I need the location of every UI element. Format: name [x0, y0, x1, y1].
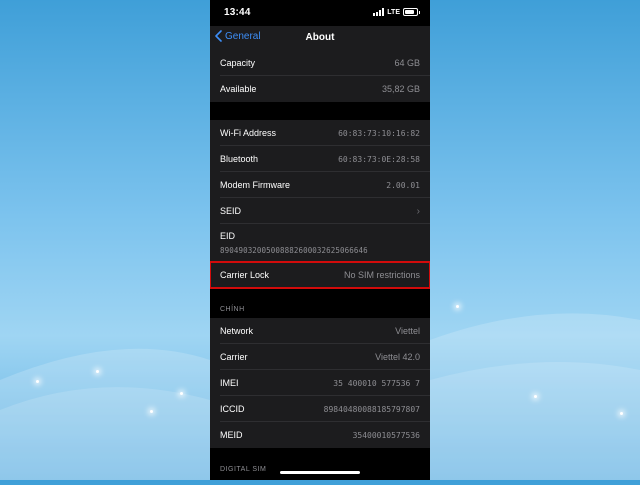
home-indicator[interactable]: [280, 471, 360, 474]
sparkle-decoration: [180, 392, 183, 395]
row-carrier: Carrier Viettel 42.0: [210, 344, 430, 370]
sparkle-decoration: [620, 412, 623, 415]
row-label: IMEI: [220, 378, 239, 388]
row-value: 60:83:73:10:16:82: [338, 128, 420, 138]
row-carrier-lock: Carrier Lock No SIM restrictions: [210, 261, 430, 289]
row-meid: MEID 35400010577536: [210, 422, 430, 448]
row-label: Modem Firmware: [220, 180, 291, 190]
sparkle-decoration: [96, 370, 99, 373]
row-value: Viettel 42.0: [375, 352, 420, 362]
row-bluetooth: Bluetooth 60:83:73:0E:28:58: [210, 146, 430, 172]
row-value: 60:83:73:0E:28:58: [338, 154, 420, 164]
row-seid[interactable]: SEID ›: [210, 198, 430, 224]
status-time: 13:44: [224, 7, 251, 18]
row-value: 35400010577536: [352, 430, 420, 440]
row-value: 2.00.01: [386, 180, 420, 190]
row-label: Carrier Lock: [220, 270, 270, 280]
page-title: About: [305, 32, 335, 43]
row-label: Wi-Fi Address: [220, 128, 277, 138]
phone-screen: 13:44 LTE General About Capacity 64 GB A…: [210, 0, 430, 480]
battery-icon: [403, 8, 418, 16]
sparkle-decoration: [36, 380, 39, 383]
row-label: Network: [220, 326, 254, 336]
settings-list: Capacity 64 GB Available 35,82 GB Wi-Fi …: [210, 50, 430, 478]
row-modem-firmware: Modem Firmware 2.00.01: [210, 172, 430, 198]
row-label: EID: [220, 231, 236, 241]
row-eid: EID 89049032005008882600032625066646: [210, 224, 430, 262]
row-label: Bluetooth: [220, 154, 259, 164]
sparkle-decoration: [456, 305, 459, 308]
battery-tip-icon: [419, 10, 420, 14]
row-label: Carrier: [220, 352, 248, 362]
cellular-signal-icon: [373, 8, 385, 16]
status-indicators: LTE: [373, 8, 420, 16]
sparkle-decoration: [534, 395, 537, 398]
row-label: Capacity: [220, 58, 256, 68]
row-value: 35 400010 577536 7: [333, 378, 420, 388]
row-available: Available 35,82 GB: [210, 76, 430, 102]
row-wifi-address: Wi-Fi Address 60:83:73:10:16:82: [210, 120, 430, 146]
row-value: Viettel: [395, 326, 420, 336]
chevron-right-icon: ›: [416, 205, 420, 217]
navigation-bar: General About: [210, 26, 430, 50]
row-network: Network Viettel: [210, 318, 430, 344]
group-separator: [210, 102, 430, 120]
section-header-primary: CHÍNH: [210, 288, 430, 318]
row-value: 89049032005008882600032625066646: [220, 246, 368, 255]
row-label: SEID: [220, 206, 242, 216]
row-iccid: ICCID 89840480088185797807: [210, 396, 430, 422]
row-capacity: Capacity 64 GB: [210, 50, 430, 76]
row-value: 89840480088185797807: [323, 404, 420, 414]
row-value: No SIM restrictions: [343, 270, 420, 280]
sparkle-decoration: [150, 410, 153, 413]
row-value: 35,82 GB: [381, 84, 420, 94]
status-bar: 13:44 LTE: [210, 0, 430, 26]
row-imei: IMEI 35 400010 577536 7: [210, 370, 430, 396]
row-label: ICCID: [220, 404, 245, 414]
network-type: LTE: [387, 8, 400, 16]
row-label: Available: [220, 84, 257, 94]
row-value: 64 GB: [394, 58, 420, 68]
row-label: MEID: [220, 430, 243, 440]
